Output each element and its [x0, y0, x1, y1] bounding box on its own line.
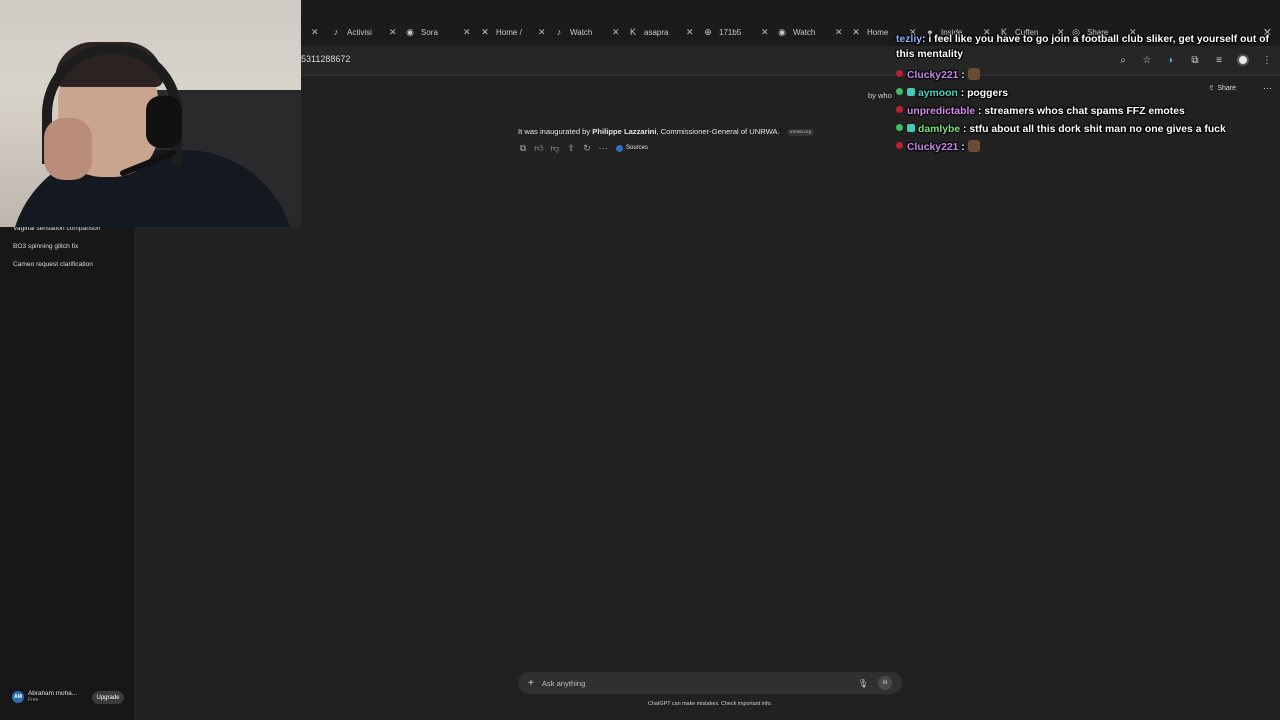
user-message-fragment: by who	[868, 91, 892, 100]
search-icon[interactable]: ⌕	[1114, 51, 1132, 69]
source-favicon-icon	[616, 144, 623, 152]
browser-tab[interactable]: Kasapra ✕	[628, 22, 694, 42]
tab-close-icon[interactable]: ✕	[761, 27, 769, 38]
tiktok-icon: ♪	[556, 27, 562, 37]
chat-badge-icon	[896, 70, 903, 77]
chat-message: damlybe : stfu about all this dork shit …	[896, 122, 1226, 137]
share-icon: ⇪	[1208, 85, 1215, 92]
sora-icon: ◉	[778, 27, 786, 37]
regenerate-icon[interactable]: ↻	[582, 143, 592, 153]
chat-text: :	[958, 70, 965, 81]
message-person: Philippe Lazzarini	[592, 127, 657, 136]
globe-icon: ⊕	[704, 27, 712, 37]
chat-composer[interactable]: + Ask anything 🎙︎ ılı	[518, 672, 902, 694]
tab-close-icon[interactable]: ✕	[538, 27, 546, 38]
share-icon[interactable]: ⇧	[566, 143, 576, 153]
chat-emote-icon	[967, 140, 980, 152]
thumbs-up-icon[interactable]: 👍︎	[534, 143, 544, 153]
browser-tab[interactable]: ◉ Sora ✕	[405, 22, 471, 42]
tab-label: Activisi	[347, 27, 372, 37]
tab-close-icon[interactable]: ✕	[835, 27, 843, 38]
browser-tab[interactable]: ⊕ 171b5 ✕	[703, 22, 769, 42]
chat-message: Clucky221 :	[896, 68, 980, 83]
message-text: , Commissioner-General of UNRWA.	[656, 127, 780, 136]
chat-message: Clucky221 :	[896, 140, 980, 155]
tab-label: Home	[867, 27, 889, 37]
extensions-icon[interactable]: ⧉	[1186, 51, 1204, 69]
chat-text: : streamers whos chat spams FFZ emotes	[975, 106, 1185, 117]
tab-close-icon[interactable]: ✕	[612, 27, 620, 38]
microphone-icon[interactable]: 🎙︎	[858, 679, 868, 688]
tab-label: Watch	[570, 27, 593, 37]
browser-tab[interactable]: ✕ Home / ✕	[480, 22, 546, 42]
tab-label: Watch	[793, 27, 816, 37]
address-bar[interactable]: 5311288672	[301, 54, 350, 64]
chat-username: tezliy	[896, 34, 922, 45]
chat-username: Clucky221	[907, 70, 959, 81]
browser-tab[interactable]: ♪ Watch ✕	[554, 22, 620, 42]
browser-tab[interactable]: ◉ Watch ✕	[777, 22, 843, 42]
chat-badge-icon	[896, 124, 903, 131]
tab-close-icon[interactable]: ✕	[389, 27, 397, 38]
reading-list-icon[interactable]: ≡	[1210, 51, 1228, 69]
plus-icon[interactable]: +	[528, 678, 534, 689]
more-icon[interactable]: ⋯	[598, 143, 608, 153]
webcam-overlay	[0, 0, 301, 227]
sidebar-item-conversation[interactable]: BO3 spinning glitch fix	[13, 243, 78, 250]
subscriber-badge-icon	[907, 88, 915, 96]
tab-close-icon[interactable]: ✕	[686, 27, 694, 38]
chat-emote-icon	[967, 68, 980, 80]
tab-label: asapra	[644, 27, 669, 37]
tab-label: 171b5	[719, 27, 742, 37]
copy-icon[interactable]: ⧉	[518, 143, 528, 153]
menu-icon[interactable]: ⋮	[1258, 51, 1276, 69]
source-chip[interactable]: unrwa.org	[786, 128, 815, 136]
chat-text: : i feel like you have to go join a foot…	[922, 34, 1269, 45]
chat-username: aymoon	[918, 88, 958, 99]
x-icon: ✕	[481, 27, 489, 37]
chat-badge-icon	[896, 88, 903, 95]
tab-close-partial[interactable]: ✕	[301, 22, 319, 42]
star-icon[interactable]: ☆	[1138, 51, 1156, 69]
chat-username: damlybe	[918, 124, 961, 135]
share-button[interactable]: ⇪ Share	[1208, 84, 1236, 93]
chat-username: Clucky221	[907, 142, 959, 153]
thumbs-down-icon[interactable]: 👎︎	[550, 143, 560, 153]
voice-mode-icon[interactable]: ılı	[878, 676, 892, 690]
chat-badge-icon	[896, 106, 903, 113]
tiktok-icon: ♪	[333, 27, 339, 37]
sora-icon: ◉	[406, 27, 414, 37]
assistant-message: It was inaugurated by Philippe Lazzarini…	[518, 127, 815, 136]
chat-username: unpredictable	[907, 106, 976, 117]
chat-badge-icon	[896, 142, 903, 149]
tab-label: Home /	[496, 27, 522, 37]
chat-message: unpredictable : streamers whos chat spam…	[896, 104, 1185, 119]
tab-close-icon[interactable]: ✕	[463, 27, 471, 38]
read-aloud-icon[interactable]: ◗	[1162, 51, 1180, 69]
subscriber-badge-icon	[907, 124, 915, 132]
more-options-icon[interactable]: ⋯	[1263, 83, 1272, 94]
chat-text: : poggers	[957, 88, 1009, 99]
chat-text: : stfu about all this dork shit man no o…	[960, 124, 1226, 135]
chat-message: aymoon : poggers	[896, 86, 1008, 101]
sources-label: Sources	[626, 145, 649, 151]
chat-text: :	[958, 142, 965, 153]
chat-text-continuation: this mentality	[896, 49, 963, 60]
chat-message: tezliy: i feel like you have to go join …	[896, 32, 1269, 47]
share-label: Share	[1217, 84, 1236, 92]
disclaimer: ChatGPT can make mistakes. Check importa…	[648, 701, 772, 707]
x-icon: ✕	[852, 27, 860, 37]
sidebar-item-conversation[interactable]: Cameo request clarification	[13, 261, 93, 268]
message-actions: ⧉ 👍︎ 👎︎ ⇧ ↻ ⋯ Sources	[518, 143, 648, 153]
kick-icon: K	[629, 27, 636, 37]
screen: ✕ ♪ Activisi ✕ ◉ Sora ✕ ✕ Home / ✕ ♪ Watch ✕ Kasapra…	[0, 0, 1280, 720]
sources-button[interactable]: Sources	[616, 144, 649, 152]
profile-icon[interactable]	[1234, 51, 1252, 69]
composer-input[interactable]: Ask anything	[542, 679, 858, 688]
browser-tab[interactable]: ♪ Activisi ✕	[331, 22, 397, 42]
message-text: It was inaugurated by	[518, 127, 593, 136]
tab-label: Sora	[421, 27, 438, 37]
